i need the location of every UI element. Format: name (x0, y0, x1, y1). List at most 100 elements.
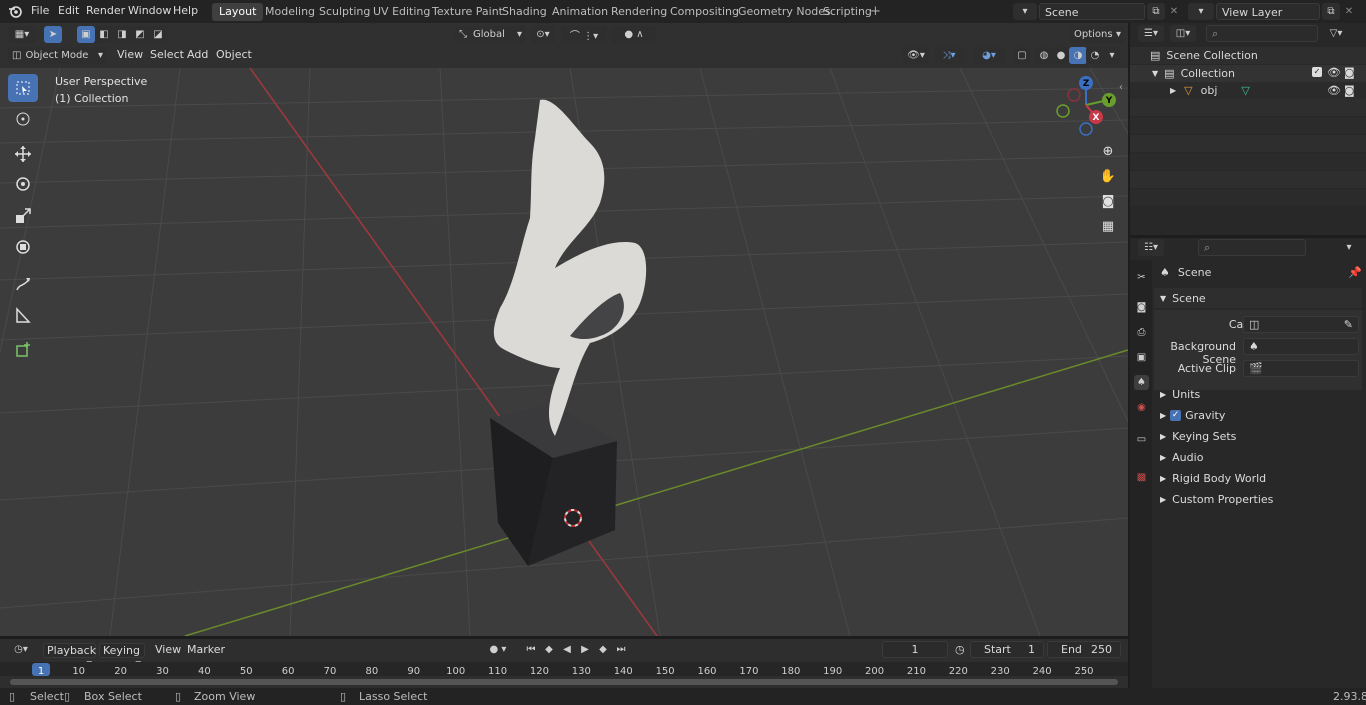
transform-orientation-dropdown[interactable]: ⤡ Global ▾ (455, 26, 525, 43)
timeline-view-menu[interactable]: View (152, 643, 184, 658)
object-mode-dropdown[interactable]: ◫ Object Mode ▾ (8, 47, 106, 64)
stopwatch-icon[interactable]: ◷ (955, 643, 965, 656)
view-layer-properties-icon[interactable]: ▣ (1134, 350, 1149, 365)
jump-end-icon[interactable]: ⏭ (612, 641, 630, 658)
active-clip-field[interactable]: 🎬 (1243, 360, 1359, 377)
mode-subtract-icon[interactable]: ◨ (113, 26, 131, 43)
mode-intersect-icon[interactable]: ◪ (149, 26, 167, 43)
menu-render[interactable]: Render (86, 4, 125, 17)
move-tool-icon[interactable] (8, 140, 38, 168)
delete-view-layer-icon[interactable]: ✕ (1340, 3, 1358, 20)
rotate-tool-icon[interactable] (8, 170, 38, 198)
mode-extend-icon[interactable]: ◧ (95, 26, 113, 43)
panel-audio[interactable]: ▶ Audio (1160, 451, 1203, 464)
play-reverse-icon[interactable]: ◀ (558, 641, 576, 658)
end-frame-field[interactable]: End 250 (1047, 641, 1121, 658)
panel-keying-sets[interactable]: ▶ Keying Sets (1160, 430, 1236, 443)
editor-type-icon[interactable]: ▦▾ (8, 26, 36, 43)
panel-gravity[interactable]: ▶ ✓ Gravity (1160, 409, 1225, 422)
eye-icon[interactable]: 👁 (1327, 66, 1341, 79)
select-menu[interactable]: Select (150, 48, 184, 61)
panel-rigid-body-world[interactable]: ▶ Rigid Body World (1160, 472, 1266, 485)
outliner-obj[interactable]: ▶ ▽ obj ▽ (1170, 84, 1250, 97)
output-properties-icon[interactable]: ⎙ (1134, 325, 1149, 340)
rendered-shading-icon[interactable]: ◔ (1086, 47, 1104, 64)
menu-edit[interactable]: Edit (58, 4, 79, 17)
xray-icon[interactable]: ▢ (1013, 47, 1031, 64)
timeline-scrollbar[interactable] (10, 679, 1118, 685)
new-view-layer-icon[interactable]: ⧉ (1322, 3, 1340, 20)
delete-scene-icon[interactable]: ✕ (1165, 3, 1183, 20)
properties-options-icon[interactable]: ▾ (1340, 239, 1358, 256)
mode-difference-icon[interactable]: ◩ (131, 26, 149, 43)
visibility-icon[interactable]: 👁▾ (903, 47, 929, 64)
outliner-collection[interactable]: ▼ ▤ Collection (1152, 67, 1235, 80)
view-menu[interactable]: View (117, 48, 143, 61)
scene-selector-icon[interactable]: ▾ (1013, 3, 1037, 20)
ortho-toggle-icon[interactable]: ▦ (1097, 215, 1119, 237)
add-workspace-icon[interactable]: + (870, 4, 881, 19)
snapping-icon[interactable]: ⌒ ⋮▾ (561, 26, 607, 43)
scene-section-header[interactable]: ▼ Scene (1160, 292, 1206, 305)
add-cube-tool-icon[interactable] (8, 335, 38, 363)
view-layer-field[interactable]: View Layer (1216, 3, 1320, 20)
sidebar-toggle-icon[interactable]: ‹ (1119, 82, 1123, 93)
gravity-checkbox[interactable]: ✓ (1170, 410, 1182, 421)
background-scene-field[interactable]: ♠ (1243, 338, 1359, 355)
material-preview-icon[interactable]: ◑ (1069, 47, 1087, 64)
properties-search-input[interactable]: ⌕ (1198, 239, 1306, 256)
scene-name-field[interactable]: Scene (1039, 3, 1145, 20)
blender-logo-icon[interactable] (8, 4, 22, 18)
new-scene-icon[interactable]: ⧉ (1147, 3, 1165, 20)
menu-window[interactable]: Window (128, 4, 171, 17)
outliner-scene-collection[interactable]: ▤ Scene Collection (1150, 49, 1258, 62)
view-layer-selector-icon[interactable]: ▾ (1188, 3, 1214, 20)
transform-tool-icon[interactable] (8, 233, 38, 261)
mode-new-icon[interactable]: ▣ (77, 26, 95, 43)
scale-tool-icon[interactable] (8, 202, 38, 230)
display-mode-icon[interactable]: ◫▾ (1170, 25, 1196, 42)
start-frame-field[interactable]: Start 1 (970, 641, 1044, 658)
exclude-checkbox[interactable]: ✓ (1312, 67, 1322, 77)
current-frame-field[interactable]: 1 (882, 641, 948, 658)
eye-icon[interactable]: 👁 (1327, 84, 1341, 97)
zoom-view-icon[interactable]: ⊕ (1097, 140, 1119, 162)
select-tool-icon[interactable]: ➤ (44, 26, 62, 43)
pin-icon[interactable]: 📌 (1348, 266, 1362, 279)
camera-icon[interactable]: ◙ (1344, 66, 1355, 79)
panel-units[interactable]: ▶ Units (1160, 388, 1200, 401)
wireframe-shading-icon[interactable]: ◍ (1035, 47, 1053, 64)
collection-properties-icon[interactable]: ▭ (1134, 432, 1149, 447)
add-menu[interactable]: Add (187, 48, 208, 61)
keying-dropdown[interactable]: Keying▾ (99, 643, 145, 670)
cursor-tool-icon[interactable] (8, 105, 38, 133)
play-icon[interactable]: ▶ (576, 641, 594, 658)
prev-keyframe-icon[interactable]: ◆ (540, 641, 558, 658)
world-properties-icon[interactable]: ◉ (1134, 400, 1149, 415)
tab-layout[interactable]: Layout (212, 3, 264, 21)
tweak-select-tool-icon[interactable] (8, 74, 38, 102)
jump-start-icon[interactable]: ⏮ (522, 641, 540, 658)
playback-dropdown[interactable]: Playback▾ (43, 643, 96, 670)
outliner-editor-type-icon[interactable]: ☰▾ (1138, 25, 1164, 42)
gizmo-toggle-icon[interactable]: ⤨▾ (934, 47, 964, 64)
menu-file[interactable]: File (31, 4, 49, 17)
sculpture[interactable] (493, 99, 647, 436)
solid-shading-icon[interactable]: ● (1052, 47, 1070, 64)
annotate-tool-icon[interactable] (8, 270, 38, 298)
filter-icon[interactable]: ▽▾ (1322, 25, 1350, 42)
camera-field[interactable]: ◫ ✎ (1243, 316, 1359, 333)
menu-help[interactable]: Help (173, 4, 198, 17)
options-dropdown[interactable]: Options ▾ (1070, 26, 1124, 43)
panel-custom-properties[interactable]: ▶ Custom Properties (1160, 493, 1273, 506)
scene-properties-icon[interactable]: ♠ (1134, 375, 1149, 390)
navigation-gizmo[interactable]: Z Y X (1050, 73, 1126, 143)
pivot-point-icon[interactable]: ⊙▾ (531, 26, 555, 43)
pan-view-icon[interactable]: ✋ (1097, 165, 1119, 187)
object-menu[interactable]: Object (216, 48, 252, 61)
next-keyframe-icon[interactable]: ◆ (594, 641, 612, 658)
outliner-search-input[interactable]: ⌕ (1206, 25, 1318, 42)
tool-properties-icon[interactable]: ✂ (1134, 270, 1149, 285)
shading-options-icon[interactable]: ▾ (1104, 47, 1120, 64)
properties-editor-type-icon[interactable]: ☷▾ (1138, 239, 1164, 256)
